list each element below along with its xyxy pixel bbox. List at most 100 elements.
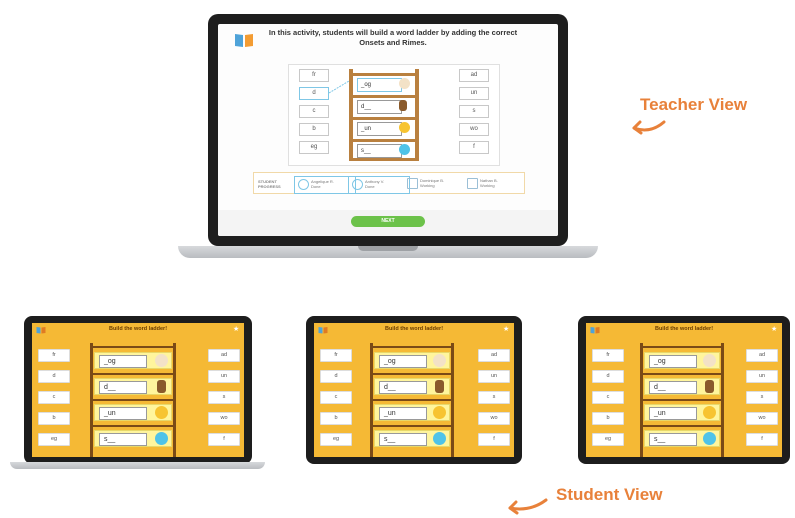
onset-option[interactable]: eg: [38, 433, 70, 446]
rime-option[interactable]: s: [208, 391, 240, 404]
onset-option[interactable]: fr: [320, 349, 352, 362]
rime-option[interactable]: wo: [746, 412, 778, 425]
ladder-word-slot[interactable]: _og: [357, 78, 402, 92]
smiley-icon: [703, 432, 716, 445]
word-ladder-board: fr d c b eg _og d__ _un s__ ad un s wo f: [288, 64, 500, 166]
rime-option[interactable]: ad: [478, 349, 510, 362]
smiley-icon: [399, 144, 410, 155]
onset-option[interactable]: b: [299, 123, 329, 136]
onset-option[interactable]: c: [592, 391, 624, 404]
ladder-rung: [93, 373, 173, 375]
ladder-rung: [353, 139, 415, 142]
onset-option[interactable]: fr: [592, 349, 624, 362]
smiley-icon: [433, 432, 446, 445]
ladder-word-slot[interactable]: s__: [357, 144, 402, 158]
student-chip[interactable]: Angelique R. Done: [294, 176, 356, 194]
word-ladder: _og d__ _un s__: [640, 343, 724, 457]
rime-option[interactable]: f: [478, 433, 510, 446]
student-status: Working: [420, 183, 435, 188]
ladder-word-card[interactable]: _un: [374, 404, 450, 421]
rime-option[interactable]: wo: [459, 123, 489, 136]
onset-option[interactable]: fr: [299, 69, 329, 82]
onset-option[interactable]: eg: [299, 141, 329, 154]
ladder-rung: [353, 73, 415, 76]
rime-option[interactable]: f: [459, 141, 489, 154]
rime-option[interactable]: f: [208, 433, 240, 446]
rime-option[interactable]: ad: [459, 69, 489, 82]
student-chip[interactable]: Dominique B. Working: [404, 176, 464, 192]
rime-option[interactable]: s: [746, 391, 778, 404]
ladder-word-card[interactable]: s__: [374, 430, 450, 447]
ladder-rung: [93, 346, 173, 348]
star-icon: ★: [771, 326, 778, 333]
ladder-rung: [643, 399, 721, 401]
ladder-word-card[interactable]: _un: [94, 404, 172, 421]
onset-option[interactable]: d: [320, 370, 352, 383]
ladder-word-slot[interactable]: _un: [357, 122, 402, 136]
ladder-word-card[interactable]: _un: [644, 404, 720, 421]
ladder-word-slot: _un: [379, 407, 427, 420]
teacher-laptop: In this activity, students will build a …: [178, 14, 598, 264]
onset-option[interactable]: eg: [592, 433, 624, 446]
onset-option[interactable]: d: [299, 87, 329, 100]
student-status: Done: [365, 184, 375, 189]
rime-option[interactable]: s: [478, 391, 510, 404]
rime-option[interactable]: wo: [478, 412, 510, 425]
ladder-word-card[interactable]: _og: [644, 352, 720, 369]
onset-option[interactable]: b: [320, 412, 352, 425]
word-ladder: _og d__ _un s__: [370, 343, 454, 457]
onset-option[interactable]: d: [592, 370, 624, 383]
ladder-word-slot: s__: [99, 433, 147, 446]
student-view-caption: Student View: [556, 485, 663, 504]
ladder-rung: [353, 95, 415, 98]
ladder-word-slot: d__: [649, 381, 697, 394]
ladder-word-card[interactable]: _og: [374, 352, 450, 369]
door-icon: [399, 100, 407, 111]
student-chip[interactable]: Anthony V. Done: [348, 176, 410, 194]
ladder-rung: [93, 425, 173, 427]
onset-option[interactable]: fr: [38, 349, 70, 362]
dog-icon: [433, 354, 446, 367]
onset-option[interactable]: b: [38, 412, 70, 425]
rime-option[interactable]: wo: [208, 412, 240, 425]
next-button[interactable]: NEXT: [351, 216, 425, 227]
rime-option[interactable]: ad: [746, 349, 778, 362]
door-icon: [705, 380, 714, 393]
onset-option[interactable]: b: [592, 412, 624, 425]
student-screen: Build the word ladder! ★ fr d c b eg _og: [314, 323, 514, 457]
onset-option[interactable]: eg: [320, 433, 352, 446]
dog-icon: [399, 78, 410, 89]
door-icon: [435, 380, 444, 393]
sun-icon: [703, 406, 716, 419]
rime-option[interactable]: un: [208, 370, 240, 383]
rime-option[interactable]: un: [478, 370, 510, 383]
rime-option[interactable]: un: [459, 87, 489, 100]
student-chip[interactable]: Nathan B. Working: [464, 176, 524, 192]
rime-option[interactable]: s: [459, 105, 489, 118]
onset-option[interactable]: c: [299, 105, 329, 118]
onset-option[interactable]: d: [38, 370, 70, 383]
ladder-word-slot: s__: [379, 433, 427, 446]
ladder-rail: [451, 343, 454, 457]
check-circle-icon: [352, 179, 363, 190]
ladder-rung: [643, 346, 721, 348]
onset-option[interactable]: c: [320, 391, 352, 404]
rime-option[interactable]: un: [746, 370, 778, 383]
ladder-word-card[interactable]: d__: [644, 378, 720, 395]
student-tablet: Build the word ladder! ★ fr d c b eg _og: [306, 316, 522, 464]
ladder-rung: [93, 399, 173, 401]
rime-option[interactable]: ad: [208, 349, 240, 362]
ladder-rung: [373, 346, 451, 348]
ladder-word-card[interactable]: s__: [94, 430, 172, 447]
ladder-rail: [349, 69, 353, 161]
sun-icon: [433, 406, 446, 419]
dog-icon: [703, 354, 716, 367]
ladder-word-slot[interactable]: d__: [357, 100, 402, 114]
onset-option[interactable]: c: [38, 391, 70, 404]
ladder-word-card[interactable]: d__: [374, 378, 450, 395]
drag-connector: [329, 80, 350, 94]
rime-option[interactable]: f: [746, 433, 778, 446]
ladder-word-card[interactable]: _og: [94, 352, 172, 369]
ladder-word-card[interactable]: s__: [644, 430, 720, 447]
ladder-word-card[interactable]: d__: [94, 378, 172, 395]
